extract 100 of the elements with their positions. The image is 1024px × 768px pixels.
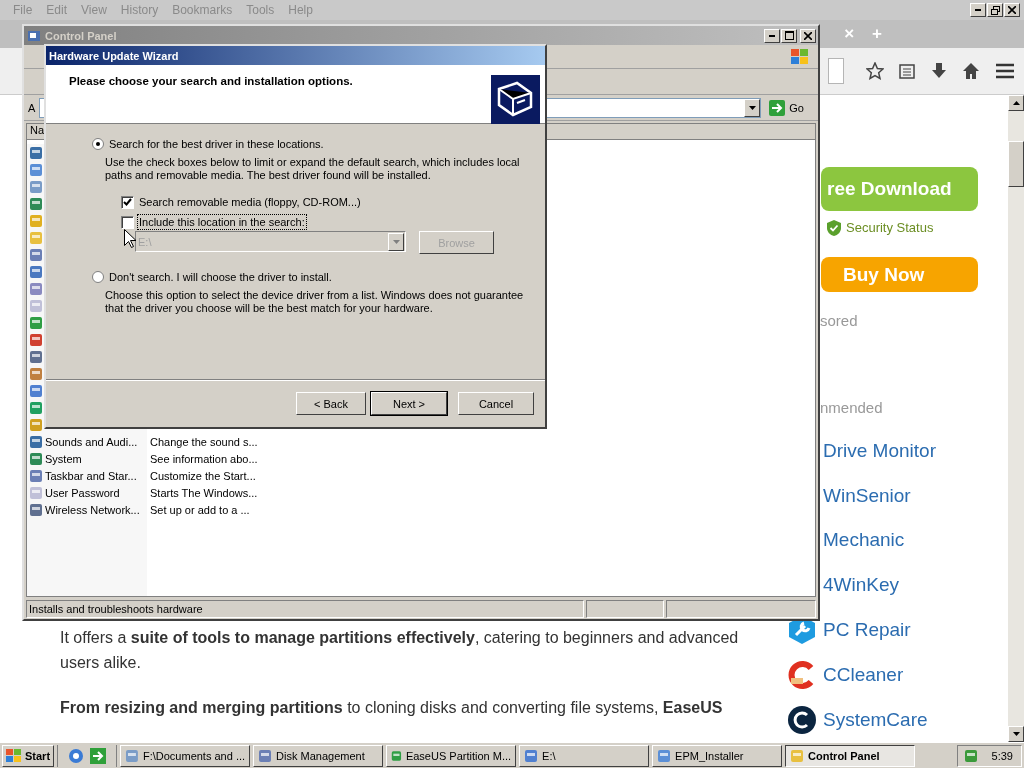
applet-icon — [29, 383, 43, 398]
minimize-button[interactable] — [764, 28, 780, 43]
sidebar-link[interactable]: 4WinKey — [823, 574, 900, 597]
sidebar-link[interactable]: SystemCare — [823, 708, 928, 731]
tray-icon — [963, 748, 978, 763]
wizard-button[interactable]: < Back — [296, 392, 366, 415]
circle-logo-icon — [787, 704, 817, 735]
item-description: See information abo... — [149, 452, 259, 465]
checkbox[interactable] — [121, 195, 134, 209]
arrow-icon[interactable] — [90, 747, 107, 764]
sidebar-link[interactable]: CCleaner — [823, 663, 904, 686]
option-label[interactable]: Don't search. I will choose the driver to install. — [108, 270, 333, 284]
sidebar-link[interactable]: Drive Monitor — [823, 439, 936, 462]
sidebar-heading: nmended — [820, 399, 883, 417]
applet-icon — [29, 247, 43, 262]
clock: 5:39 — [991, 749, 1013, 762]
checkbox-label[interactable]: Search removable media (floppy, CD-ROM...) — [138, 195, 362, 209]
maximize-button[interactable] — [781, 28, 797, 43]
sidebar-heading: sored — [820, 312, 858, 330]
scrollbar-thumb[interactable] — [1008, 141, 1024, 187]
caret-icon — [748, 105, 756, 110]
star-icon[interactable] — [866, 62, 884, 80]
close-button[interactable] — [1004, 3, 1020, 17]
applet-icon — [29, 281, 43, 296]
wizard-button[interactable]: Next > — [371, 392, 447, 415]
window-icon — [258, 748, 273, 763]
go-button[interactable]: Go — [765, 99, 814, 116]
close-icon — [1008, 6, 1016, 14]
article-paragraph: From resizing and merging partitions to cloning disks and converting file systems, EaseUS — [60, 698, 724, 718]
radio-button[interactable] — [92, 271, 104, 283]
window-icon — [657, 748, 672, 763]
checkbox-label[interactable]: Include this location in the search: — [138, 215, 306, 229]
download-icon[interactable] — [930, 62, 948, 80]
maximize-icon — [784, 31, 794, 40]
browser-icon[interactable] — [68, 747, 85, 764]
minimize-button[interactable] — [970, 3, 986, 17]
arrow-icon — [769, 99, 786, 116]
applet-icon — [29, 230, 43, 245]
sidebar-link[interactable]: PC Repair — [823, 619, 911, 641]
applet-icon — [29, 315, 43, 330]
menu-icon[interactable] — [994, 62, 1016, 80]
taskbar-button[interactable]: Control Panel — [785, 744, 916, 767]
sidebar-link[interactable]: WinSenior — [823, 484, 911, 507]
restore-button[interactable] — [987, 3, 1003, 17]
dropdown-button[interactable] — [744, 98, 761, 117]
article-paragraph: It offers a suite of tools to manage partitions effectively, catering to beginners and advanced users alike. — [60, 628, 740, 673]
windows-logo-icon — [790, 47, 810, 66]
minimize-icon — [769, 34, 775, 37]
window-icon — [790, 748, 805, 763]
control-panel-icon — [27, 28, 41, 43]
applet-icon — [29, 145, 43, 160]
item-description: Change the sound s... — [149, 435, 259, 448]
applet-icon — [29, 349, 43, 364]
taskbar-button[interactable]: Disk Management — [253, 744, 384, 767]
applet-icon — [29, 162, 43, 177]
item-description: Set up or add to a ... — [149, 503, 251, 516]
taskbar-button[interactable]: F:\Documents and ... — [120, 744, 251, 767]
taskbar-button[interactable]: EaseUS Partition M... — [386, 744, 517, 767]
window-icon — [125, 748, 139, 763]
applet-icon — [29, 196, 43, 211]
applet-icon — [29, 179, 43, 194]
shield-check-icon — [827, 219, 841, 236]
applet-icon — [29, 332, 43, 347]
close-icon — [804, 31, 812, 40]
caret-icon — [392, 239, 400, 244]
applet-icon — [29, 213, 43, 228]
window-icon — [524, 748, 539, 763]
window-title: Control Panel — [45, 29, 117, 42]
address-label: A — [28, 101, 36, 114]
window-icon — [391, 748, 402, 763]
start-button[interactable]: Start — [2, 744, 55, 767]
option-description: Use the check boxes below to limit or expand the default search, which includes local paths and removable media. The best driver found will be installed. — [105, 156, 521, 182]
wizard-button[interactable]: Cancel — [458, 392, 534, 415]
security-status-link[interactable]: Security Status — [846, 220, 934, 236]
option-description: Choose this option to select the device driver from a list. Windows does not guarantee that the driver you choose will be the best match for your hardware. — [105, 289, 525, 315]
status-text: Installs and troubleshoots hardware — [26, 600, 584, 618]
mouse-pointer-icon — [124, 229, 136, 248]
taskbar-button[interactable]: EPM_Installer — [652, 744, 783, 767]
option-label[interactable]: Search for the best driver in these locations. — [108, 137, 325, 151]
sidebar-link[interactable]: Mechanic — [823, 529, 905, 552]
applet-icon — [29, 264, 43, 279]
wizard-heading: Please choose your search and installation options. — [69, 75, 353, 89]
checkbox[interactable] — [121, 215, 134, 229]
url-field[interactable] — [828, 58, 844, 84]
restore-icon — [990, 5, 1000, 15]
close-button[interactable] — [800, 28, 816, 43]
item-description: Starts The Windows... — [149, 486, 259, 499]
caret-icon — [1012, 101, 1020, 105]
applet-icon — [29, 366, 43, 381]
taskbar-button[interactable]: E:\ — [519, 744, 650, 767]
applet-icon — [29, 298, 43, 313]
scrollbar[interactable] — [1008, 95, 1024, 742]
radio-button[interactable] — [92, 138, 104, 150]
minimize-icon — [975, 9, 981, 11]
applet-icon — [29, 400, 43, 415]
reading-list-icon[interactable] — [898, 62, 916, 80]
home-icon[interactable] — [962, 62, 980, 80]
caret-icon — [1012, 732, 1020, 736]
windows-logo-icon — [6, 748, 22, 763]
dialog-title: Hardware Update Wizard — [49, 49, 179, 62]
